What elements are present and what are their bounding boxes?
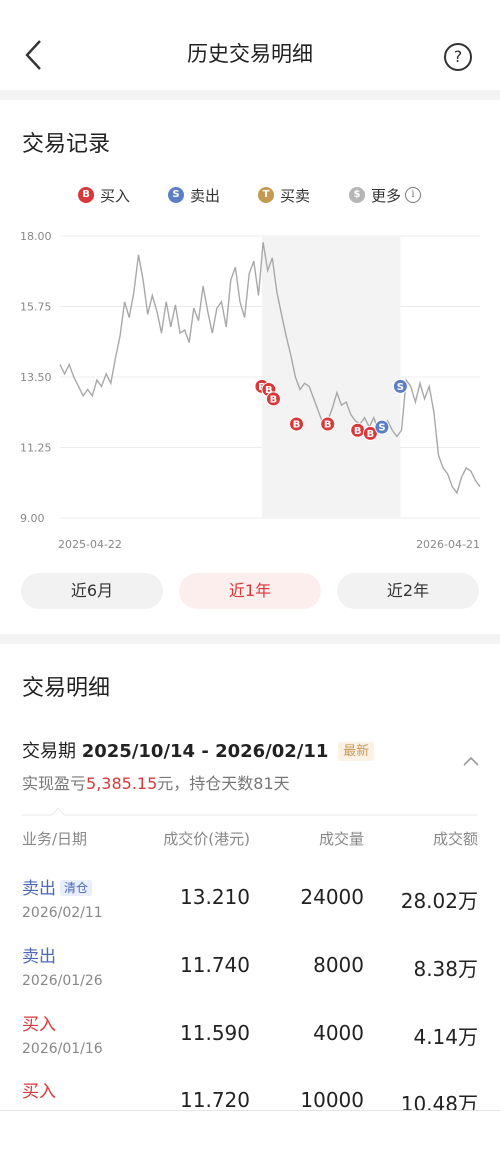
pnl-value: 5,385.15 (86, 774, 158, 793)
legend-label: 买卖 (280, 186, 311, 205)
y-tick-label: 11.25 (20, 442, 52, 455)
legend-trade: T 买卖 (258, 184, 310, 206)
pnl-prefix: 实现盈亏 (22, 774, 87, 793)
period-divider (22, 807, 478, 816)
legend-more[interactable]: $ 更多 i (349, 184, 422, 206)
row-date: 2026/02/11 (22, 905, 103, 921)
price-chart[interactable]: BBBBBBBSS 18.0015.7513.5011.259.002025-0… (0, 222, 500, 562)
row-type[interactable]: 买入 (22, 1077, 56, 1102)
col-header-price: 成交价(港元) (163, 830, 250, 848)
row-date: 2026/01/16 (22, 1041, 103, 1057)
legend-label: 更多 (371, 186, 402, 205)
info-icon[interactable]: i (405, 187, 422, 203)
row-amount: 28.02万 (400, 889, 478, 913)
dollar-marker-icon: $ (349, 187, 365, 203)
x-tick-label: 2026-04-21 (416, 538, 480, 551)
row-price: 13.210 (180, 885, 250, 909)
col-header-amount: 成交额 (432, 830, 478, 848)
period-6m-button[interactable]: 近6月 (21, 573, 163, 609)
legend-label: 买入 (100, 186, 131, 205)
buy-marker: B (289, 416, 305, 432)
clear-position-tag: 清仓 (60, 880, 93, 896)
buy-marker: B (350, 422, 366, 438)
y-tick-label: 18.00 (20, 230, 52, 243)
trade-marker-icon: T (258, 187, 274, 203)
sell-marker: S (392, 378, 408, 394)
row-amount: 8.38万 (413, 957, 478, 981)
nav-bar: 历史交易明细 ? (0, 0, 500, 90)
period-1y-button[interactable]: 近1年 (179, 573, 321, 609)
y-tick-label: 13.50 (20, 371, 52, 384)
row-price: 11.720 (180, 1088, 250, 1112)
row-qty: 24000 (300, 885, 364, 909)
pnl-suffix: 元，持仓天数81天 (157, 774, 290, 793)
row-qty: 10000 (300, 1088, 364, 1112)
buy-marker-icon: B (78, 187, 94, 203)
row-price: 11.590 (180, 1021, 250, 1045)
x-tick-label: 2025-04-22 (58, 538, 122, 551)
svg-text:S: S (378, 423, 385, 434)
row-type: 卖出 (22, 879, 56, 899)
trade-period: 交易期 2025/10/14 - 2026/02/11 最新 (22, 737, 375, 763)
pnl-line: 实现盈亏5,385.15元，持仓天数81天 (22, 770, 290, 794)
page-title: 历史交易明细 (187, 42, 313, 66)
records-title: 交易记录 (22, 132, 111, 157)
legend-buy: B 买入 (78, 184, 130, 206)
row-type[interactable]: 买入 (22, 1010, 56, 1035)
buy-marker: B (265, 391, 281, 407)
row-type[interactable]: 卖出 (22, 942, 56, 967)
chevron-up-icon[interactable] (462, 755, 480, 767)
col-header-type: 业务/日期 (22, 830, 88, 848)
table-row[interactable]: 卖出 清仓 (22, 874, 93, 899)
svg-text:B: B (354, 426, 362, 437)
sell-marker: S (374, 419, 390, 435)
sell-marker-icon: S (168, 187, 184, 203)
y-tick-label: 15.75 (20, 301, 52, 314)
svg-text:S: S (397, 382, 404, 393)
legend-label: 卖出 (190, 186, 221, 205)
svg-text:B: B (324, 420, 332, 431)
trade-period-highlight (261, 236, 401, 518)
row-amount: 4.14万 (413, 1025, 478, 1049)
svg-text:B: B (367, 429, 375, 440)
buy-marker: B (320, 416, 336, 432)
question-circle-icon[interactable]: ? (444, 43, 472, 71)
period-2y-button[interactable]: 近2年 (337, 573, 479, 609)
y-tick-label: 9.00 (20, 512, 45, 525)
svg-text:B: B (270, 394, 278, 405)
bottom-bar (0, 1110, 500, 1169)
row-qty: 4000 (313, 1021, 364, 1045)
period-range: 2025/10/14 - 2026/02/11 (81, 741, 329, 762)
latest-badge: 最新 (338, 742, 375, 761)
col-header-qty: 成交量 (318, 830, 364, 848)
row-date: 2026/01/26 (22, 973, 103, 989)
legend-sell: S 卖出 (168, 184, 220, 206)
row-price: 11.740 (180, 953, 250, 977)
details-title: 交易明细 (22, 676, 111, 701)
svg-text:B: B (293, 420, 301, 431)
row-qty: 8000 (313, 953, 364, 977)
period-label: 交易期 (22, 741, 76, 762)
